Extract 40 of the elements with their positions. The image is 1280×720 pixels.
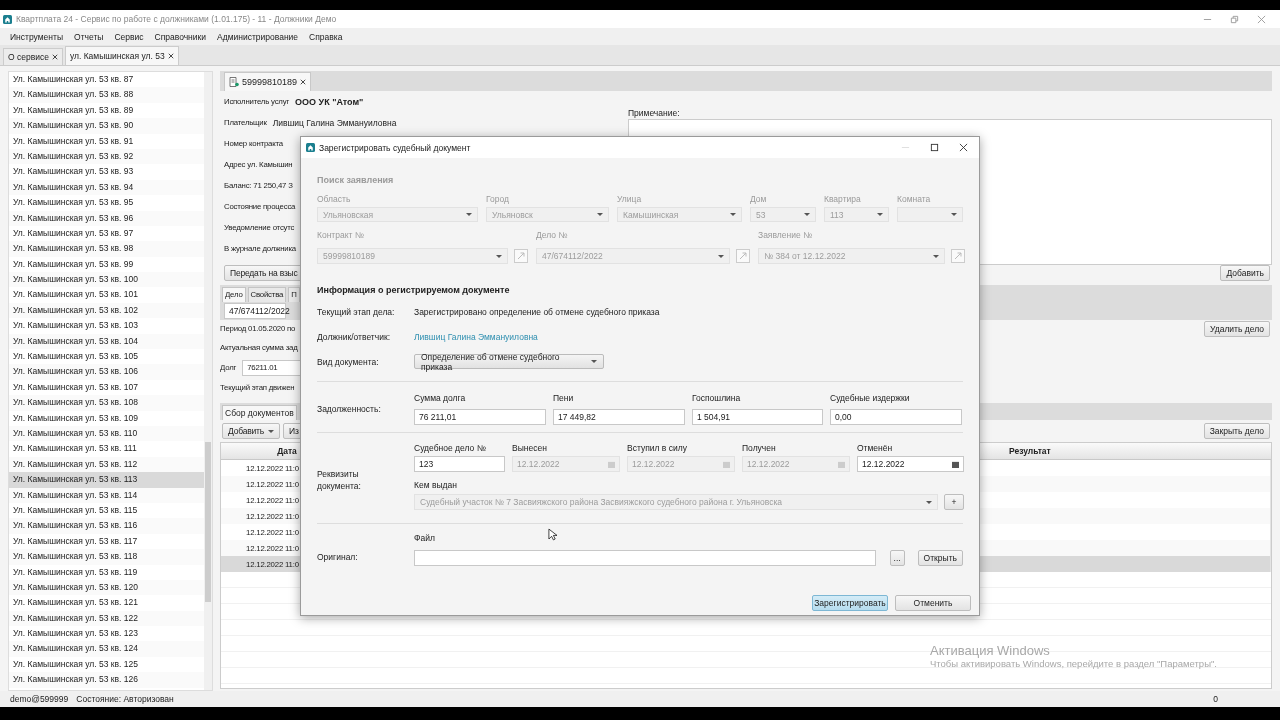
field-label: Судебное дело № xyxy=(414,442,486,454)
field-label: Кем выдан xyxy=(414,479,457,491)
field-label: Госпошлина xyxy=(692,392,741,404)
section-heading: Поиск заявления xyxy=(317,174,395,186)
status-state: Состояние: Авторизован xyxy=(76,694,174,704)
field-label: Файл xyxy=(414,532,435,544)
dialog-title: Зарегистрировать судебный документ xyxy=(319,142,471,153)
field-label: Область xyxy=(317,193,351,205)
field-label: Вид документа: xyxy=(317,356,380,367)
field-label: Получен xyxy=(742,442,776,454)
activation-text: Чтобы активировать Windows, перейдите в раздел "Параметры". xyxy=(930,658,1217,669)
field-label: Квартира xyxy=(824,193,861,205)
stage-value: Зарегистрировано определение об отмене судебного приказа xyxy=(414,307,660,317)
activation-title: Активация Windows xyxy=(930,643,1051,658)
field-label: Контракт № xyxy=(317,229,364,241)
section-label: Оригинал: xyxy=(317,552,359,562)
field-value: ООО УК "Атом" xyxy=(295,96,364,107)
field-label: Вступил в силу xyxy=(627,442,687,454)
status-count: 0 xyxy=(1213,694,1218,704)
status-user: demo@599999 xyxy=(10,694,69,704)
field-label: Дом xyxy=(750,193,767,205)
section-label: Задолженность: xyxy=(317,403,382,414)
field-label: Комната xyxy=(897,193,931,205)
field-label: Дело № xyxy=(536,229,568,241)
field-label: Улица xyxy=(617,193,642,205)
field-label: Заявление № xyxy=(758,229,813,241)
note-label: Примечание: xyxy=(628,108,681,118)
field-label: Судебные издержки xyxy=(830,392,910,404)
column-header: Результат xyxy=(1009,446,1051,456)
field-label: Город xyxy=(486,193,509,205)
field-label: Сумма долга xyxy=(414,392,466,404)
section-label: Реквизиты документа: xyxy=(317,468,362,492)
window-title: Квартплата 24 - Сервис по работе с должниками (1.01.175) - 11 - Должники Демо xyxy=(16,14,337,24)
section-heading: Информация о регистрируемом документе xyxy=(317,284,511,296)
field-label: Вынесен xyxy=(512,442,547,454)
field-label: Отменён xyxy=(857,442,893,454)
field-label: Должник/ответчик: xyxy=(317,332,391,342)
field-value: Лившиц Галина Эммануиловна xyxy=(272,117,397,128)
field-label: Пени xyxy=(553,392,574,404)
field-label: Текущий этап дела: xyxy=(317,307,396,317)
